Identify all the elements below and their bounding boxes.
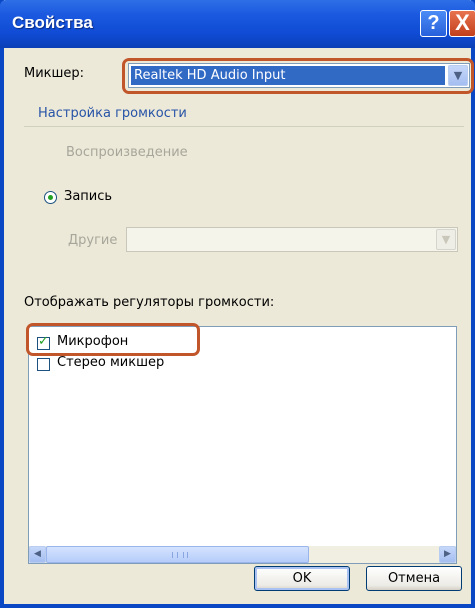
other-option-label: Другие: [68, 233, 118, 248]
record-option-label[interactable]: Запись: [64, 189, 112, 204]
playback-option[interactable]: Воспроизведение: [66, 145, 188, 160]
close-icon: X: [455, 10, 470, 35]
chevron-down-icon[interactable]: ▼: [448, 65, 468, 86]
show-controls-label: Отображать регуляторы громкости:: [24, 295, 275, 310]
cancel-button[interactable]: Отмена: [366, 566, 462, 591]
help-icon: ?: [427, 12, 440, 34]
scroll-thumb[interactable]: [46, 546, 309, 563]
stereo-mix-checkbox[interactable]: [37, 358, 50, 371]
properties-dialog: Свойства ? X Микшер: Realtek HD Audio In…: [0, 0, 475, 608]
checkmark-icon: ✓: [38, 334, 49, 349]
grip-icon: [172, 552, 188, 558]
mixer-select[interactable]: Realtek HD Audio Input ▼: [128, 63, 470, 88]
other-select: ▼: [126, 227, 458, 252]
list-item[interactable]: Стерео микшер: [57, 355, 164, 370]
window-title: Свойства: [12, 13, 93, 32]
horizontal-scrollbar[interactable]: ◀ ▶: [29, 546, 456, 563]
scroll-left-icon[interactable]: ◀: [29, 546, 46, 563]
list-item[interactable]: Микрофон: [57, 334, 128, 349]
scroll-right-icon[interactable]: ▶: [439, 546, 456, 563]
chevron-down-icon: ▼: [436, 229, 456, 250]
volume-settings-header: Настройка громкости: [38, 106, 187, 121]
mixer-selected-value: Realtek HD Audio Input: [131, 66, 445, 85]
close-button[interactable]: X: [449, 10, 475, 37]
radio-selected-dot: [48, 195, 53, 200]
help-button[interactable]: ?: [420, 10, 447, 37]
record-radio[interactable]: [44, 191, 57, 204]
mixer-label: Микшер:: [24, 66, 85, 81]
ok-button[interactable]: OK: [254, 566, 350, 591]
microphone-checkbox[interactable]: ✓: [37, 334, 50, 350]
title-bar[interactable]: Свойства ? X: [0, 0, 475, 48]
controls-list[interactable]: ✓ Микрофон Стерео микшер ◀ ▶: [28, 326, 457, 564]
group-divider: [24, 126, 464, 127]
